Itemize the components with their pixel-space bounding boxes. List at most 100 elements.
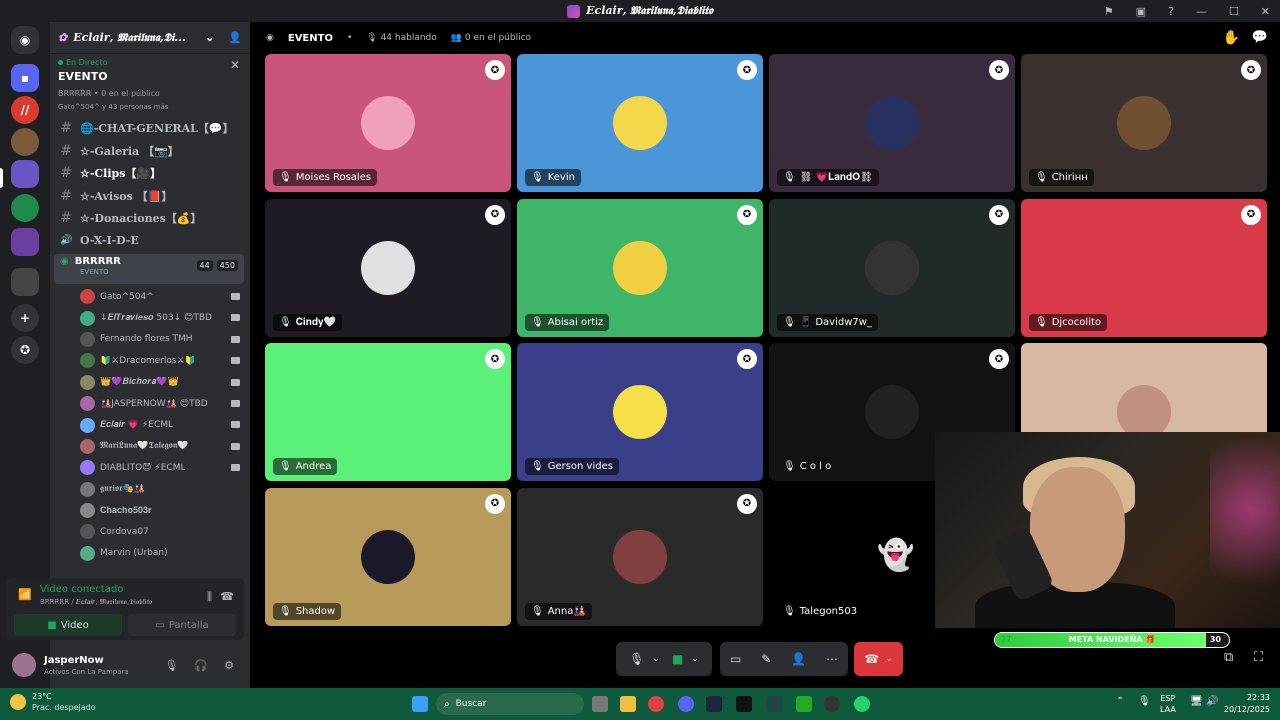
participant-tile[interactable]: ✪ 🎙 ⛓ 💗𝐋𝐚𝐧𝐝𝐎⛓ [769,54,1015,192]
voice-user[interactable]: 🎎JASPERNOW🎎 😊TBD [50,393,250,414]
participant-tile[interactable]: ✪ 🎙 Kevin [517,54,763,192]
video-icon: ■ [47,619,57,631]
maximize-button[interactable]: ☐ [1229,5,1239,18]
chrome-icon[interactable] [648,696,664,712]
server-icon-5[interactable] [11,228,39,256]
add-server-button[interactable]: + [11,304,39,332]
chevron-down-icon[interactable]: ⌄ [652,654,660,664]
home-button[interactable]: ◉ [11,26,39,54]
voice-user[interactable]: 𝐂𝐡𝐚𝐜𝐡𝐨𝟓𝟎𝟑𝐫 [50,500,250,521]
voice-user[interactable]: 𝖌𝖚𝖗𝖎𝖔𝖗🎭🎎 [50,479,250,500]
participant-tile[interactable]: ✪ 🎙 📱 Davidw7w_ [769,198,1015,337]
voice-user[interactable]: Marvin (Urban) [50,543,250,564]
server-folder[interactable]: ▪ [11,64,39,92]
channel-item[interactable]: # ☆-Galeria 【📷】 [50,140,250,163]
disconnect-icon[interactable]: ☎ [220,590,234,603]
participant-name: 𝐂𝐢𝐧𝐝𝐲🤍 [295,316,336,328]
more-icon[interactable]: ⋯ [826,652,838,666]
leave-call-button[interactable]: ☎ ⌄ [854,642,903,676]
voice-user[interactable]: Cordova07 [50,521,250,542]
voice-user[interactable]: 𝕸𝖆𝖗𝖎𝕷𝖚𝖓𝖆🤍𝕿𝖆𝖑𝖊𝖌𝖔𝖓🤍 [50,436,250,457]
chevron-down-icon[interactable]: ⌄ [691,654,699,664]
participant-tile[interactable]: ✪ 🎙 Shadow [265,487,511,626]
weather-widget[interactable]: 23°C Prac. despejado [10,692,96,712]
server-header[interactable]: ✿ 𝑬𝒄𝒍𝒂𝒊𝒓, 𝕸𝖆𝖗𝖎𝖑𝖚𝖓𝖆,𝕯𝖎... ⌄ 👤 [50,22,250,54]
invite-icon[interactable]: 👤 [791,652,806,666]
headphones-icon[interactable]: 🎧 [194,659,208,672]
participant-tile[interactable]: ✪ 🎙 Anna🎎 [517,487,763,626]
voice-status-sub: BRRRRR / 𝑬𝒄𝒍𝒂𝒊𝒓, 𝕸𝖆𝖗𝖎𝖑𝖚𝖓𝖆,𝕯𝖎𝖆𝖇𝖑𝖎𝖙𝖔 [40,598,153,606]
server-icon-3[interactable] [11,160,39,188]
microphone-icon[interactable]: 🎙 [629,652,644,666]
participant-tile[interactable]: ✪ 🎙 Andrea [265,343,511,481]
channel-item[interactable]: # ☆-Avisos 【📕】 [50,185,250,208]
participant-tile[interactable]: ✪ 🎙 Moises Rosales [265,54,511,192]
inbox-icon[interactable]: ⚑ [1104,5,1114,18]
screen-share-icon[interactable]: ▭ [730,652,741,666]
chat-icon[interactable]: 💬 [1252,30,1268,45]
voice-user[interactable]: 👑💜𝑩𝒊𝒄𝒉𝒐𝒓𝒂💜👑 [50,372,250,393]
microphone-tray-icon[interactable]: 🎙 [1138,696,1151,707]
voice-status[interactable]: Video conectado [40,584,123,595]
server-icon-4[interactable] [11,194,39,222]
minimize-button[interactable]: — [1196,5,1207,18]
server-icon-6[interactable] [11,268,39,296]
participant-label: 🎙 📱 Davidw7w_ [777,313,878,331]
screen-icon[interactable]: ▣ [1136,5,1146,18]
channel-item[interactable]: # ☆-Donaciones【💰】 [50,207,250,230]
app-icon-2[interactable] [766,696,782,712]
whatsapp-icon[interactable] [854,696,870,712]
add-member-icon[interactable]: 👤 [228,31,242,44]
raise-hand-icon[interactable]: ✋ [1223,30,1240,46]
tiktok-icon[interactable] [736,696,752,712]
participant-label: 🎙 𝐂𝐢𝐧𝐝𝐲🤍 [273,313,342,331]
task-view-icon[interactable] [592,696,608,712]
start-icon[interactable] [412,696,428,712]
voice-channel-item[interactable]: 🔊 O-X-I-D-E [50,230,250,253]
search-box[interactable]: ⌕ Buscar [436,693,584,715]
participant-tile[interactable]: ✪ 🎙 Djcocolito [1021,198,1267,337]
channel-item[interactable]: # ☆-Clips【🎥】 [50,162,250,185]
participant-tile[interactable]: ✪ 🎙 Abisai ortiz [517,198,763,337]
screen-share-button[interactable]: ▭ Pantalla [128,614,236,636]
steam-icon[interactable] [706,696,722,712]
participant-tile[interactable]: ✪ 🎙 Gerson vides [517,343,763,481]
popout-icon[interactable]: ⧉ [1224,650,1233,665]
live-title: EVENTO [58,70,108,83]
live-stage-card[interactable]: En Directo EVENTO BRRRRR • 0 en el públi… [50,54,250,115]
clock[interactable]: 22:33 20/12/2025 [1224,693,1270,714]
discord-taskbar-icon[interactable] [678,696,694,712]
microphone-icon[interactable]: 🎙 [164,659,178,672]
participant-tile[interactable]: ✪ 🎙 Chiriнн [1021,54,1267,192]
voice-user[interactable]: 𝑬𝒄𝒍𝒂𝒊𝒓 💗 ⚡ECML [50,414,250,435]
network-icon[interactable]: 🖥 [1190,696,1203,707]
soundboard-icon[interactable]: ⫼ [207,590,212,604]
close-button[interactable]: ✕ [1261,5,1270,18]
explore-button[interactable]: ✪ [11,336,39,364]
voice-user[interactable]: 🔰⚔Dracomerlos⚔🔰 [50,350,250,371]
volume-icon[interactable]: 🔊 [1206,696,1218,707]
chevron-up-icon[interactable]: ⌃ [1116,696,1124,707]
stage-channel[interactable]: ◉ BRRRRR EVENTO 44 450 [54,254,244,284]
language-indicator[interactable]: ESP LAA [1160,694,1176,714]
voice-user[interactable]: ↓𝑬𝒍𝑻𝒓𝒂𝒗𝒊𝒆𝒔𝒐 503↓ 😊TBD [50,307,250,328]
voice-user[interactable]: DIABLITO😈 ⚡ECML [50,457,250,478]
camera-icon[interactable]: ■ [672,652,683,666]
signal-icon[interactable]: 📶 [18,588,32,601]
fullscreen-icon[interactable]: ⛶ [1254,650,1263,665]
participant-tile[interactable]: ✪ 🎙 𝐂𝐢𝐧𝐝𝐲🤍 [265,198,511,337]
voice-user[interactable]: Gato^504^ [50,286,250,307]
app-icon-3[interactable] [796,696,812,712]
close-icon[interactable]: ✕ [230,58,240,72]
file-explorer-icon[interactable] [620,696,636,712]
video-button[interactable]: ■ Video [14,614,122,636]
server-icon-2[interactable] [11,128,39,156]
gear-icon[interactable]: ⚙ [224,659,234,672]
obs-icon[interactable] [824,696,840,712]
server-icon-1[interactable]: // [11,96,39,124]
avatar[interactable] [12,653,36,677]
voice-user[interactable]: Fernando flores TMH [50,329,250,350]
activity-icon[interactable]: ✎ [761,652,771,666]
channel-item[interactable]: # 🌐-CHAT-GENERAL【💬】 [50,117,250,140]
help-icon[interactable]: ? [1168,5,1174,18]
